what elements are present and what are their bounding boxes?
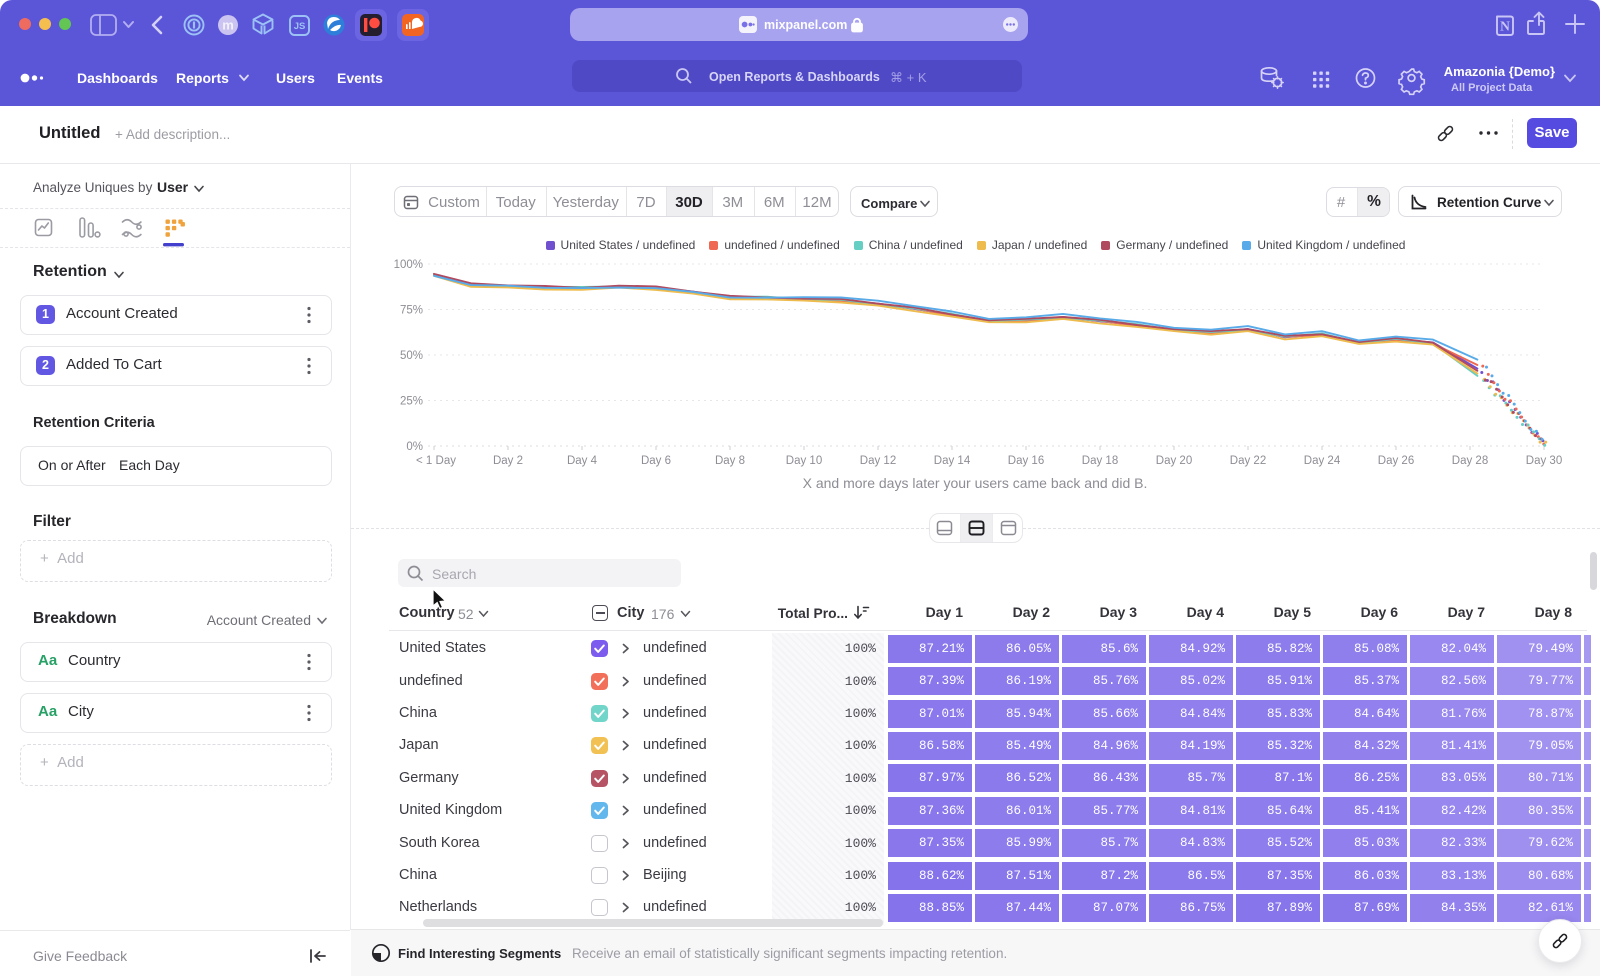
svg-text:< 1 Day: < 1 Day (416, 455, 456, 467)
svg-text:X and more days later your use: X and more days later your users came ba… (803, 475, 1148, 491)
svg-text:Day 2: Day 2 (493, 455, 523, 467)
svg-text:25%: 25% (400, 396, 423, 408)
svg-text:Day 4: Day 4 (567, 455, 598, 467)
svg-text:Day 20: Day 20 (1156, 455, 1192, 467)
svg-text:75%: 75% (400, 305, 423, 317)
svg-text:Day 26: Day 26 (1378, 455, 1414, 467)
svg-text:Day 28: Day 28 (1452, 455, 1488, 467)
svg-text:Day 10: Day 10 (786, 455, 822, 467)
svg-text:Day 6: Day 6 (641, 455, 671, 467)
svg-text:Day 24: Day 24 (1304, 455, 1341, 467)
svg-text:0%: 0% (406, 441, 423, 453)
svg-text:m: m (222, 18, 234, 33)
svg-text:N: N (1500, 19, 1510, 34)
svg-text:JS: JS (294, 21, 306, 32)
svg-text:Day 18: Day 18 (1082, 455, 1118, 467)
svg-text:Day 16: Day 16 (1008, 455, 1044, 467)
svg-text:Day 8: Day 8 (715, 455, 745, 467)
svg-text:Day 12: Day 12 (860, 455, 896, 467)
svg-text:100%: 100% (394, 259, 423, 271)
svg-text:50%: 50% (400, 350, 423, 362)
svg-text:Day 14: Day 14 (934, 455, 971, 467)
svg-text:Day 22: Day 22 (1230, 455, 1266, 467)
svg-text:Day 30: Day 30 (1526, 455, 1562, 467)
